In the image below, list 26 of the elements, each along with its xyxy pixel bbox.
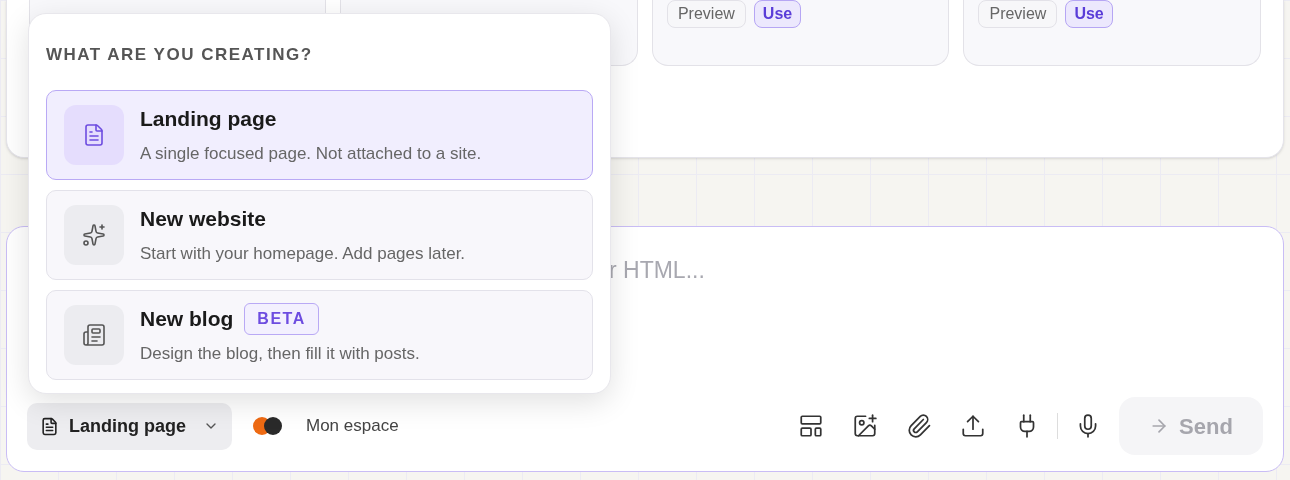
preview-button[interactable]: Preview xyxy=(666,0,746,28)
sparkle-icon xyxy=(82,222,106,247)
option-description: Design the blog, then fill it with posts. xyxy=(140,342,420,365)
document-icon xyxy=(82,122,106,147)
image-plus-icon[interactable] xyxy=(852,413,878,439)
menu-option[interactable]: New blog BETA Design the blog, then fill it with posts. xyxy=(46,289,593,380)
workspace-logo-icon xyxy=(252,416,284,436)
upload-icon[interactable] xyxy=(960,413,986,439)
document-icon xyxy=(40,416,59,436)
option-title: New website xyxy=(140,206,267,232)
beta-badge: BETA xyxy=(244,302,319,335)
mode-dropdown[interactable]: Landing page xyxy=(27,402,232,450)
use-button[interactable]: Use xyxy=(753,0,802,28)
option-description: Start with your homepage. Add pages later. xyxy=(140,242,466,265)
option-description: A single focused page. Not attached to a site. xyxy=(140,142,482,165)
menu-option[interactable]: Landing page A single focused page. Not attached to a site. xyxy=(46,89,593,180)
menu-heading: WHAT ARE YOU CREATING? xyxy=(46,44,314,66)
use-button[interactable]: Use xyxy=(1065,0,1113,28)
workspace-name[interactable]: Mon espace xyxy=(306,413,399,439)
option-title: New blog xyxy=(140,306,234,332)
layout-icon[interactable] xyxy=(798,413,824,439)
newspaper-icon xyxy=(82,322,106,347)
preview-button[interactable]: Preview xyxy=(978,0,1058,28)
option-title: Landing page xyxy=(140,106,277,132)
menu-option[interactable]: New website Start with your homepage. Add pages later. xyxy=(46,189,593,280)
paperclip-icon[interactable] xyxy=(906,413,932,439)
